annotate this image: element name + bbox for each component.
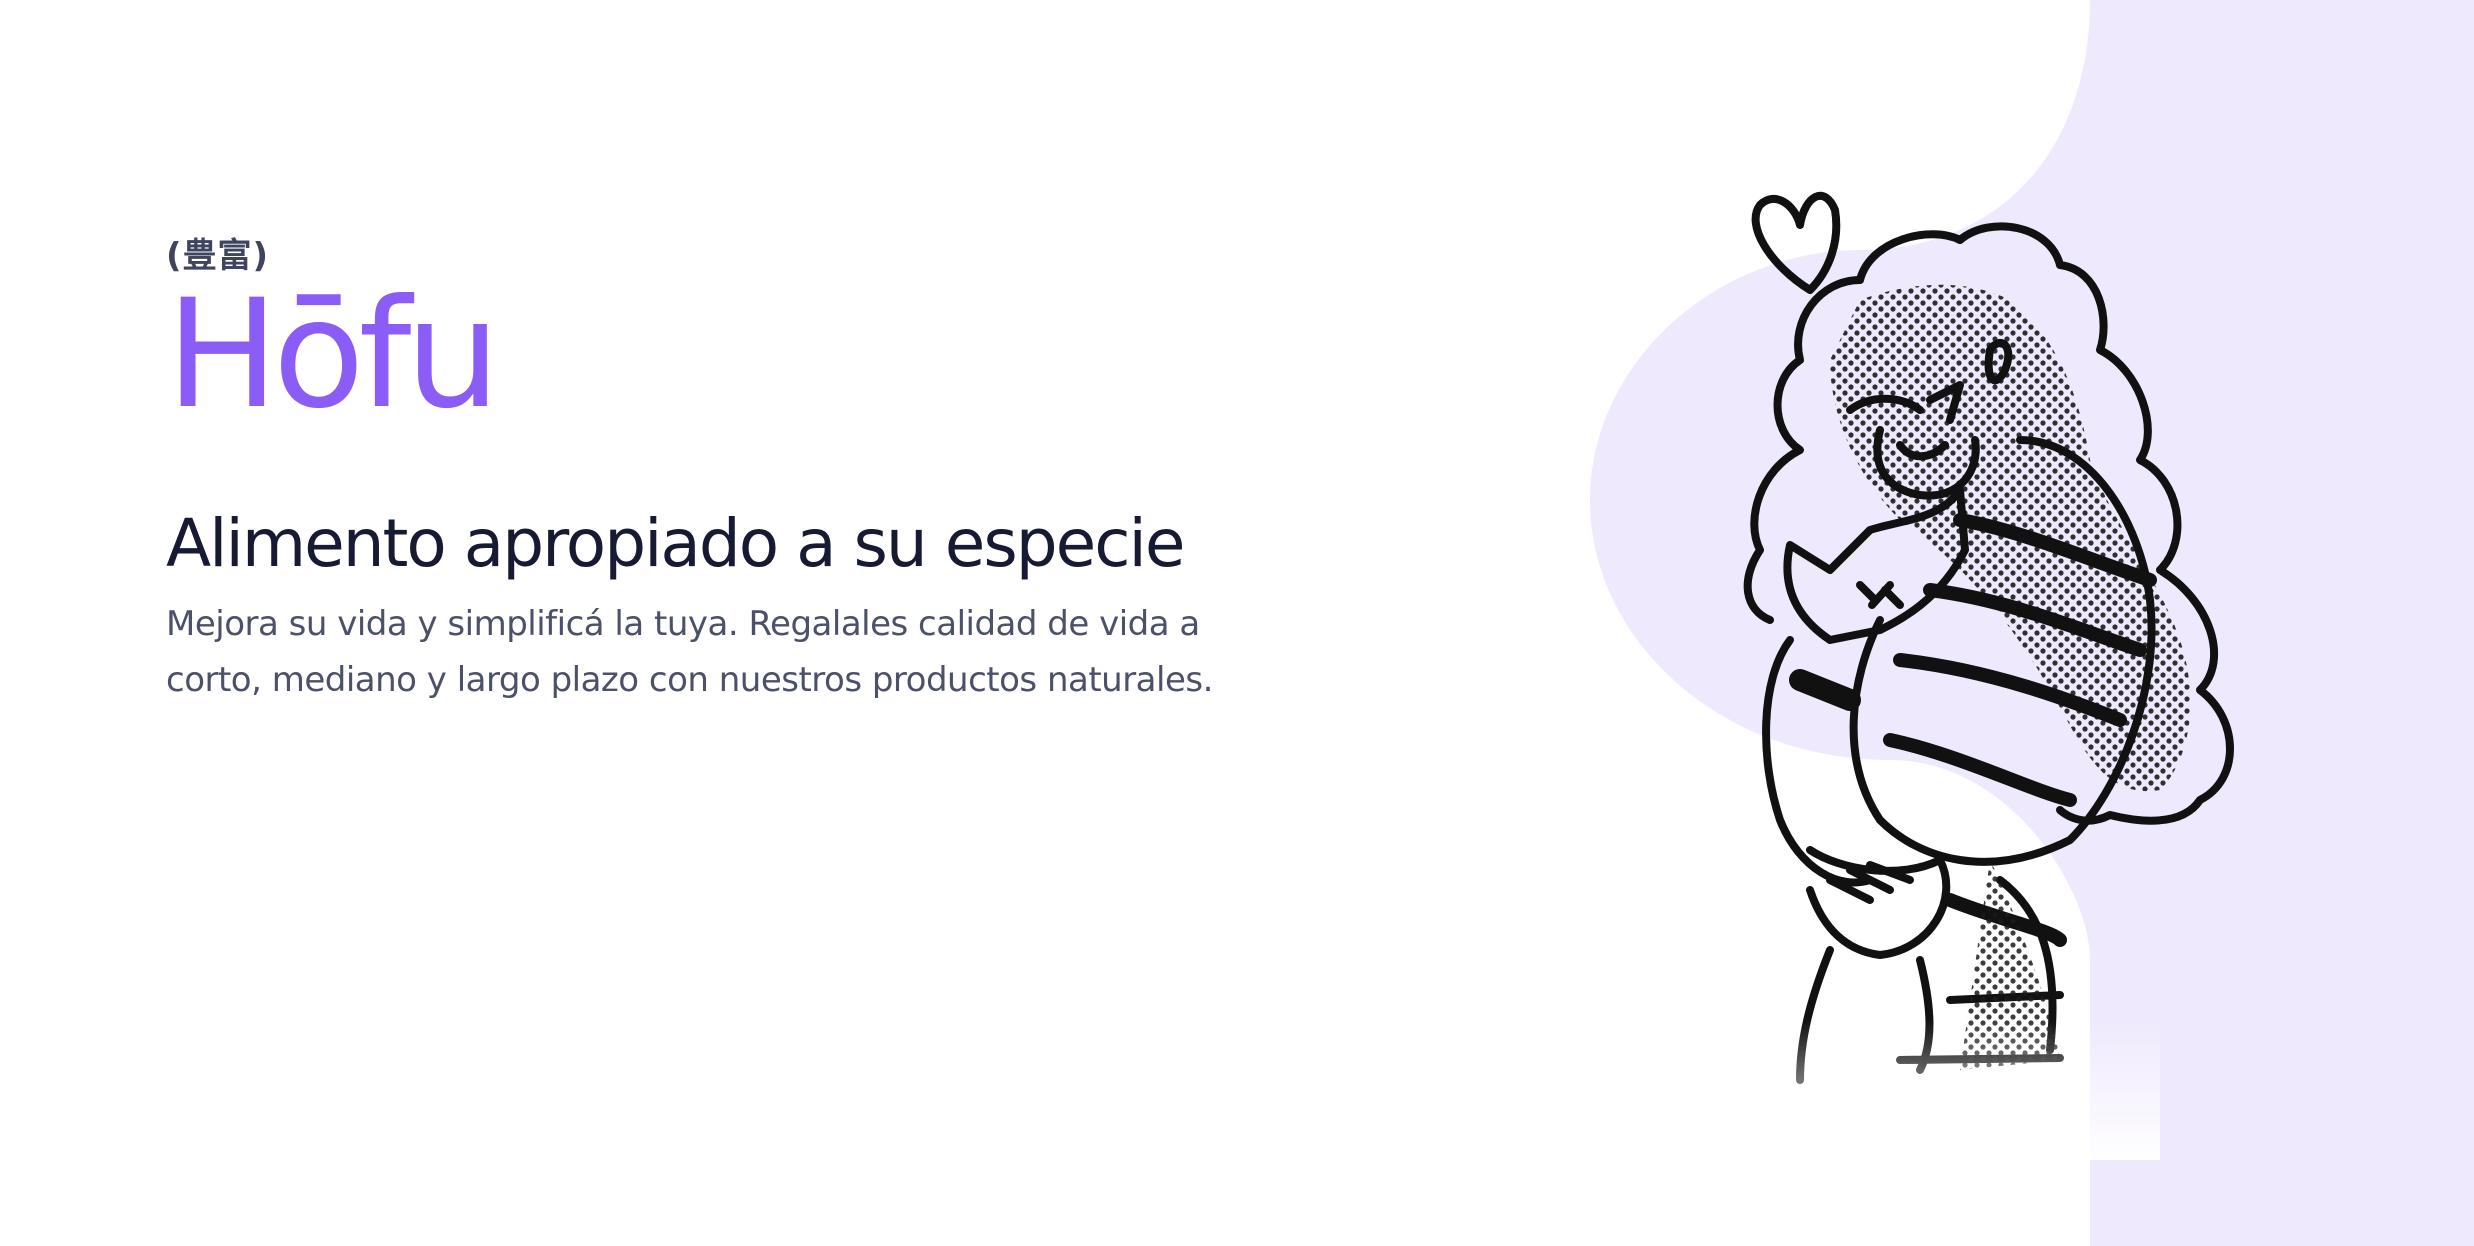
hero-page: (豊富) Hōfu Alimento apropiado a su especi… [0,0,2474,1246]
page-headline: Alimento apropiado a su especie [166,505,1185,582]
brand-title: Hōfu [166,268,500,442]
page-description: Mejora su vida y simplificá la tuya. Reg… [166,604,1213,700]
hero-text: (豊富) Hōfu Alimento apropiado a su especi… [166,232,1366,708]
